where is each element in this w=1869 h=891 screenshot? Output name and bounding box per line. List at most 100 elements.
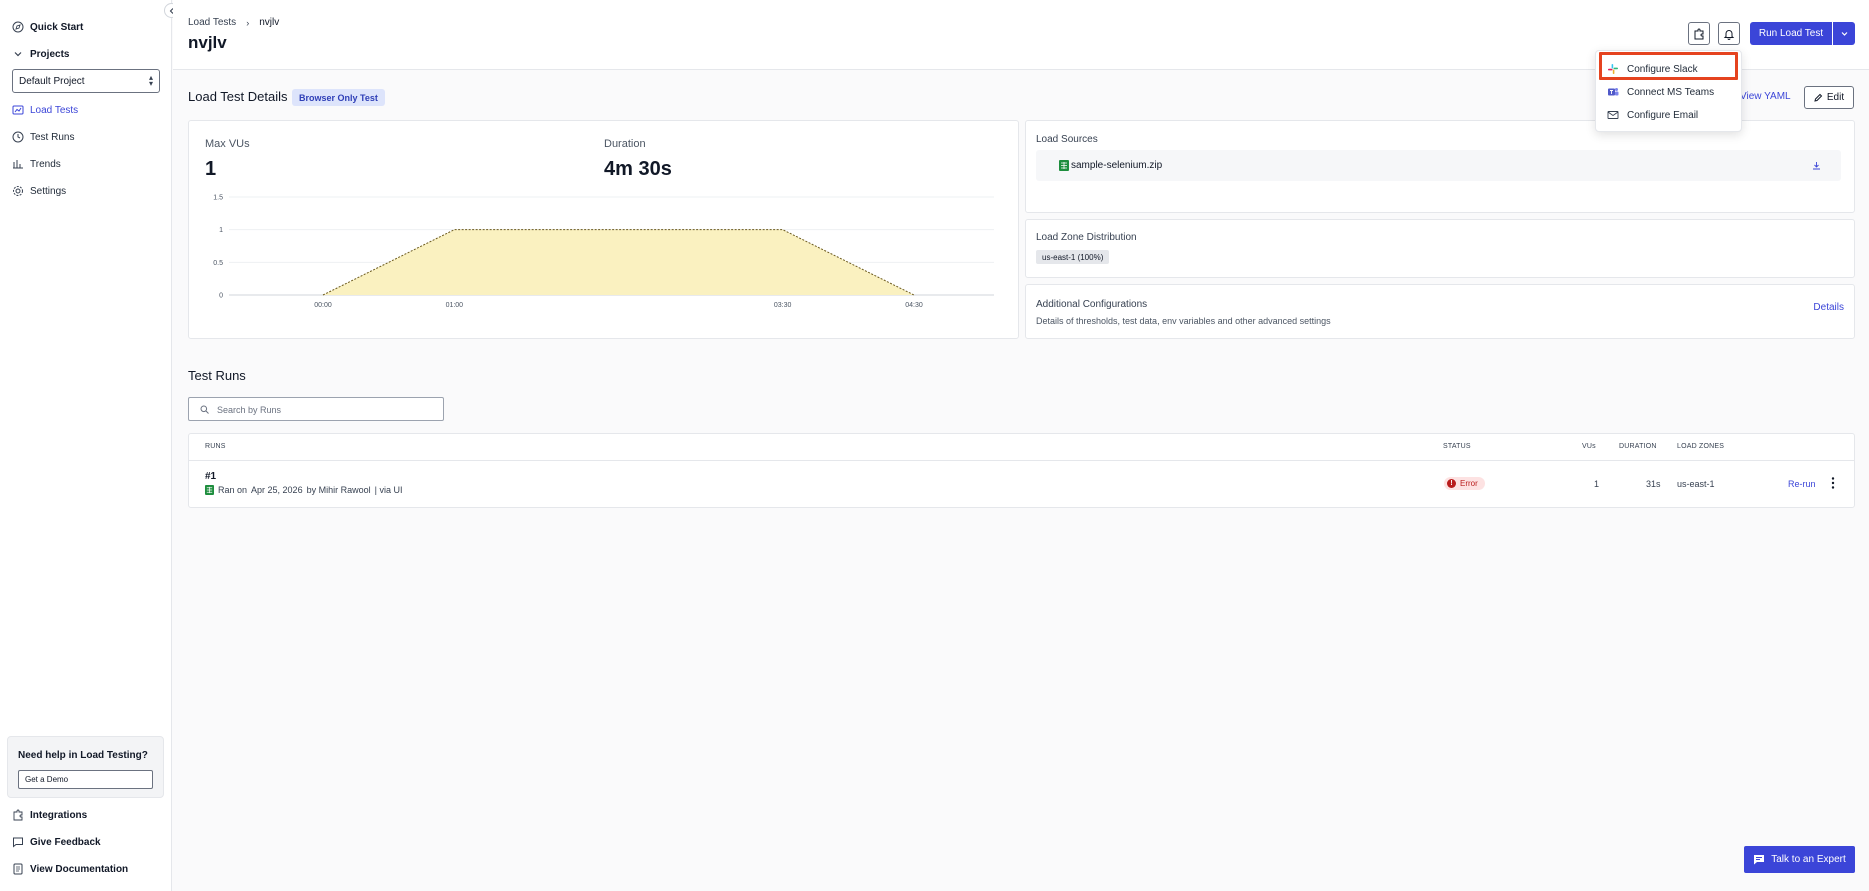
- more-options-icon[interactable]: [1830, 476, 1836, 490]
- ms-teams-icon: [1608, 88, 1619, 96]
- spreadsheet-file-icon: [1059, 160, 1069, 171]
- project-select[interactable]: Default Project ▴ ▾: [12, 69, 160, 93]
- vu-ramp-chart: 0 0.5 1 1.5 00:00 01:00 03:30 04:30: [213, 195, 994, 309]
- view-yaml-link[interactable]: View YAML: [1740, 91, 1791, 102]
- compass-icon: [12, 21, 24, 33]
- chevron-down-icon: [1841, 32, 1847, 36]
- spreadsheet-file-icon: [205, 485, 214, 495]
- breadcrumb-root-link[interactable]: Load Tests: [188, 17, 236, 28]
- run-ran-on: Ran on: [218, 485, 248, 495]
- run-duration: 31s: [1646, 479, 1661, 489]
- sidebar-item-load-tests[interactable]: Load Tests: [12, 102, 78, 118]
- pencil-icon: [1814, 93, 1823, 102]
- select-caret-icon: ▴ ▾: [148, 73, 153, 88]
- search-runs-input[interactable]: [217, 402, 437, 417]
- sidebar-item-trends[interactable]: Trends: [12, 156, 61, 172]
- breadcrumb-chevron-icon: ›: [246, 17, 250, 28]
- menu-item-connect-ms-teams[interactable]: Connect MS Teams: [1607, 85, 1714, 99]
- bell-icon: [1723, 29, 1735, 40]
- page-title: nvjlv: [188, 33, 227, 52]
- sidebar-item-label: View Documentation: [30, 863, 129, 875]
- table-divider: [189, 460, 1854, 461]
- help-title: Need help in Load Testing?: [18, 750, 148, 761]
- details-link[interactable]: Details: [1813, 302, 1844, 313]
- column-header-runs: RUNS: [205, 443, 226, 450]
- menu-item-configure-email[interactable]: Configure Email: [1607, 108, 1698, 122]
- search-runs-box: [188, 397, 444, 421]
- sidebar-item-label: Settings: [30, 185, 67, 197]
- integrations-button[interactable]: [1688, 22, 1710, 45]
- chart-y-tick-label: 1: [219, 227, 223, 234]
- sidebar-projects-toggle[interactable]: Projects: [12, 46, 69, 62]
- sidebar-item-settings[interactable]: Settings: [12, 183, 66, 199]
- max-vus-label: Max VUs: [205, 138, 250, 150]
- status-text: Error: [1460, 479, 1478, 488]
- status-badge: ! Error: [1444, 477, 1485, 490]
- column-header-load-zones: LOAD ZONES: [1677, 443, 1725, 450]
- test-type-badge: Browser Only Test: [292, 89, 385, 106]
- load-zone-card: Load Zone Distribution us-east-1 (100%): [1025, 219, 1855, 278]
- chevron-down-icon: [14, 52, 22, 57]
- run-zone: us-east-1: [1677, 479, 1715, 489]
- edit-button[interactable]: Edit: [1804, 86, 1854, 109]
- column-header-status: STATUS: [1443, 443, 1471, 450]
- mail-icon: [1607, 111, 1619, 119]
- sidebar-item-give-feedback[interactable]: Give Feedback: [12, 834, 101, 850]
- notifications-button[interactable]: [1718, 22, 1740, 45]
- chart-x-tick-label: 01:00: [446, 302, 464, 309]
- puzzle-icon: [13, 809, 23, 821]
- run-vus: 1: [1594, 479, 1600, 489]
- column-header-duration: DURATION: [1619, 443, 1657, 450]
- sidebar-item-test-runs[interactable]: Test Runs: [12, 129, 74, 145]
- get-demo-button[interactable]: Get a Demo: [18, 770, 153, 789]
- run-options-dropdown-button[interactable]: [1833, 22, 1855, 45]
- help-box: Need help in Load Testing? Get a Demo: [7, 736, 164, 798]
- menu-item-label: Connect MS Teams: [1627, 86, 1715, 98]
- breadcrumb: Load Tests › nvjlv: [188, 17, 279, 28]
- run-via: | via UI: [374, 485, 403, 495]
- zone-chip: us-east-1 (100%): [1036, 250, 1110, 264]
- load-tests-icon: [12, 105, 24, 115]
- details-title: Load Test Details: [188, 89, 288, 104]
- project-select-value: Default Project: [19, 75, 85, 87]
- details-card: Max VUs 1 Duration 4m 30s 0 0.5 1 1.5 00:00 0…: [188, 120, 1019, 339]
- sidebar-item-label: Quick Start: [30, 21, 84, 33]
- source-file-name: sample-selenium.zip: [1071, 160, 1163, 171]
- chart-x-tick-label: 04:30: [905, 302, 923, 309]
- run-author: by Mihir Rawool: [306, 485, 371, 495]
- run-meta: Ran on Apr 25, 2026 by Mihir Rawool | vi…: [205, 485, 402, 495]
- sidebar-item-label: Integrations: [30, 809, 88, 821]
- sidebar: Quick Start Projects Default Project ▴ ▾ …: [0, 0, 172, 891]
- menu-item-label: Configure Email: [1627, 109, 1699, 121]
- chart-area-fill: [323, 229, 914, 295]
- talk-to-expert-button[interactable]: Talk to an Expert: [1744, 846, 1855, 873]
- run-date: Apr 25, 2026: [251, 485, 303, 495]
- sidebar-item-view-documentation[interactable]: View Documentation: [12, 861, 128, 877]
- run-load-test-button[interactable]: Run Load Test: [1750, 22, 1832, 45]
- chart-y-tick-label: 0.5: [213, 260, 223, 267]
- download-icon[interactable]: [1812, 161, 1821, 170]
- sidebar-item-integrations[interactable]: Integrations: [12, 807, 87, 823]
- breadcrumb-current: nvjlv: [259, 17, 280, 28]
- chat-icon: [1754, 855, 1765, 865]
- load-sources-card: Load Sources sample-selenium.zip: [1025, 120, 1855, 213]
- rerun-button[interactable]: Re-run: [1788, 479, 1816, 489]
- duration-value: 4m 30s: [604, 158, 672, 180]
- gear-icon: [13, 186, 23, 196]
- edit-label: Edit: [1826, 92, 1845, 103]
- source-file-row: sample-selenium.zip: [1036, 150, 1841, 181]
- additional-config-card: Additional Configurations Details of thr…: [1025, 284, 1855, 339]
- sidebar-item-label: Projects: [30, 48, 70, 60]
- run-id[interactable]: #1: [205, 471, 216, 482]
- column-header-vus: VUs: [1582, 443, 1596, 450]
- sidebar-item-label: Trends: [30, 158, 61, 170]
- document-icon: [13, 863, 23, 875]
- max-vus-value: 1: [205, 158, 217, 180]
- test-runs-title: Test Runs: [188, 368, 246, 383]
- chart-y-tick-label: 1.5: [213, 195, 223, 202]
- talk-label: Talk to an Expert: [1771, 854, 1846, 865]
- sidebar-item-quick-start[interactable]: Quick Start: [12, 19, 83, 35]
- error-icon: !: [1447, 479, 1456, 488]
- sidebar-item-label: Load Tests: [30, 104, 79, 116]
- load-sources-title: Load Sources: [1036, 134, 1098, 145]
